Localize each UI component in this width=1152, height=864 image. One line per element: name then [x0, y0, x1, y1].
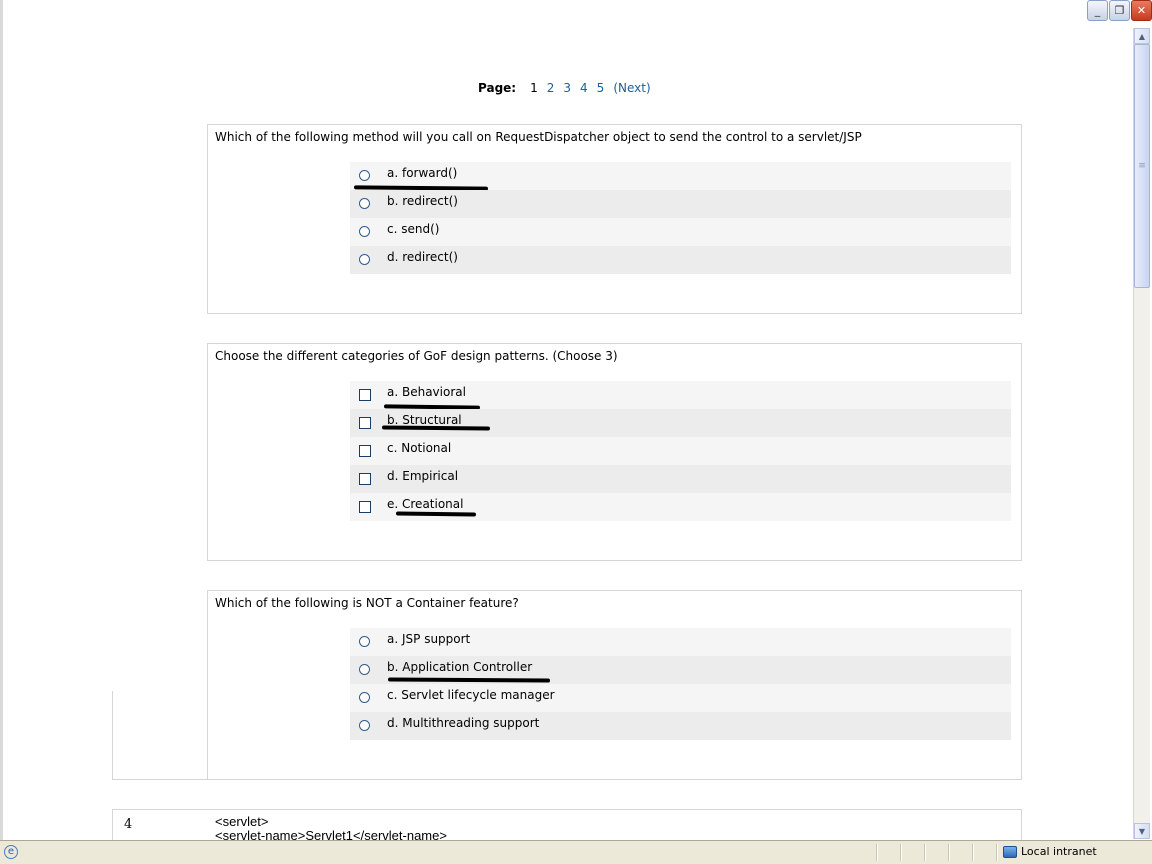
security-zone[interactable]: Local intranet [1003, 845, 1097, 858]
option-label: b. redirect() [387, 194, 458, 208]
option-label: c. send() [387, 222, 440, 236]
window-left-edge [0, 0, 3, 842]
question-4-code: <servlet> <servlet-name>Servlet1</servle… [215, 815, 447, 843]
status-divider [948, 844, 950, 861]
question-2-text: Choose the different categories of GoF d… [215, 349, 618, 363]
status-divider [972, 844, 974, 861]
option-label: c. Notional [387, 441, 452, 455]
window-controls: _ ❐ ✕ [1087, 0, 1152, 24]
question-2-option-e[interactable]: e. Creational [350, 493, 1011, 521]
radio-button[interactable] [359, 226, 370, 237]
checkbox[interactable] [359, 389, 371, 401]
checkbox[interactable] [359, 501, 371, 513]
divider [112, 779, 208, 780]
status-divider [996, 844, 998, 861]
ie-page-icon: e [4, 845, 18, 859]
question-3-option-d[interactable]: d. Multithreading support [350, 712, 1011, 740]
radio-button[interactable] [359, 198, 370, 209]
pager-next-link[interactable]: (Next) [613, 81, 650, 95]
question-3-option-b[interactable]: b. Application Controller [350, 656, 1011, 684]
radio-button[interactable] [359, 254, 370, 265]
radio-button[interactable] [359, 636, 370, 647]
pager: Page: 1 2 3 4 5 (Next) [478, 81, 651, 95]
pager-link-page-2[interactable]: 2 [547, 81, 555, 95]
radio-button[interactable] [359, 170, 370, 181]
question-2: Choose the different categories of GoF d… [207, 343, 1022, 561]
question-2-option-c[interactable]: c. Notional [350, 437, 1011, 465]
close-icon[interactable]: ✕ [1131, 0, 1152, 21]
pager-link-page-5[interactable]: 5 [597, 81, 605, 95]
radio-button[interactable] [359, 692, 370, 703]
scroll-thumb[interactable]: ≡ [1134, 44, 1150, 288]
question-2-option-b[interactable]: b. Structural [350, 409, 1011, 437]
radio-button[interactable] [359, 664, 370, 675]
divider [112, 691, 113, 779]
question-3-option-c[interactable]: c. Servlet lifecycle manager [350, 684, 1011, 712]
status-divider [924, 844, 926, 861]
question-1-option-a[interactable]: a. forward() [350, 162, 1011, 191]
option-label: a. JSP support [387, 632, 471, 646]
checkbox[interactable] [359, 473, 371, 485]
option-label: d. Empirical [387, 469, 459, 483]
scroll-down-icon[interactable]: ▼ [1134, 823, 1150, 839]
pen-underline-mark [381, 425, 491, 431]
option-label: e. Creational [387, 497, 464, 511]
question-2-option-a[interactable]: a. Behavioral [350, 381, 1011, 410]
question-2-option-d[interactable]: d. Empirical [350, 465, 1011, 493]
question-3-options: a. JSP support b. Application Controller… [350, 628, 1011, 740]
option-label: c. Servlet lifecycle manager [387, 688, 555, 702]
radio-button[interactable] [359, 720, 370, 731]
question-3-text: Which of the following is NOT a Containe… [215, 596, 519, 610]
question-1-option-b[interactable]: b. redirect() [350, 190, 1011, 218]
zone-label: Local intranet [1021, 845, 1097, 858]
question-2-options: a. Behavioral b. Structural c. Notional … [350, 381, 1011, 521]
status-bar: e Local intranet [0, 840, 1152, 864]
option-label: a. forward() [387, 166, 458, 180]
vertical-scrollbar[interactable]: ▲ ≡ ▼ [1133, 28, 1150, 839]
question-3-option-a[interactable]: a. JSP support [350, 628, 1011, 656]
scroll-up-icon[interactable]: ▲ [1134, 28, 1150, 44]
question-1-options: a. forward() b. redirect() c. send() d. … [350, 162, 1011, 274]
option-label: b. Application Controller [387, 660, 533, 674]
question-1: Which of the following method will you c… [207, 124, 1022, 314]
restore-icon[interactable]: ❐ [1109, 0, 1130, 21]
status-divider [900, 844, 902, 861]
code-line: <servlet> [215, 814, 269, 829]
pager-link-page-4[interactable]: 4 [580, 81, 588, 95]
question-1-option-c[interactable]: c. send() [350, 218, 1011, 246]
checkbox[interactable] [359, 445, 371, 457]
pager-label: Page: [478, 81, 517, 95]
question-1-text: Which of the following method will you c… [215, 130, 862, 144]
question-1-option-d[interactable]: d. redirect() [350, 246, 1011, 274]
checkbox[interactable] [359, 417, 371, 429]
minimize-icon[interactable]: _ [1087, 0, 1108, 21]
pen-underline-mark [395, 511, 477, 517]
question-3: Which of the following is NOT a Containe… [207, 590, 1022, 780]
option-label: d. redirect() [387, 250, 458, 264]
status-divider [876, 844, 878, 861]
pager-link-page-3[interactable]: 3 [563, 81, 571, 95]
option-label: a. Behavioral [387, 385, 466, 399]
pager-current-page: 1 [530, 81, 538, 95]
question-4-number: 4 [124, 817, 133, 832]
option-label: d. Multithreading support [387, 716, 540, 730]
intranet-icon [1003, 845, 1017, 858]
pen-underline-mark [387, 677, 551, 683]
